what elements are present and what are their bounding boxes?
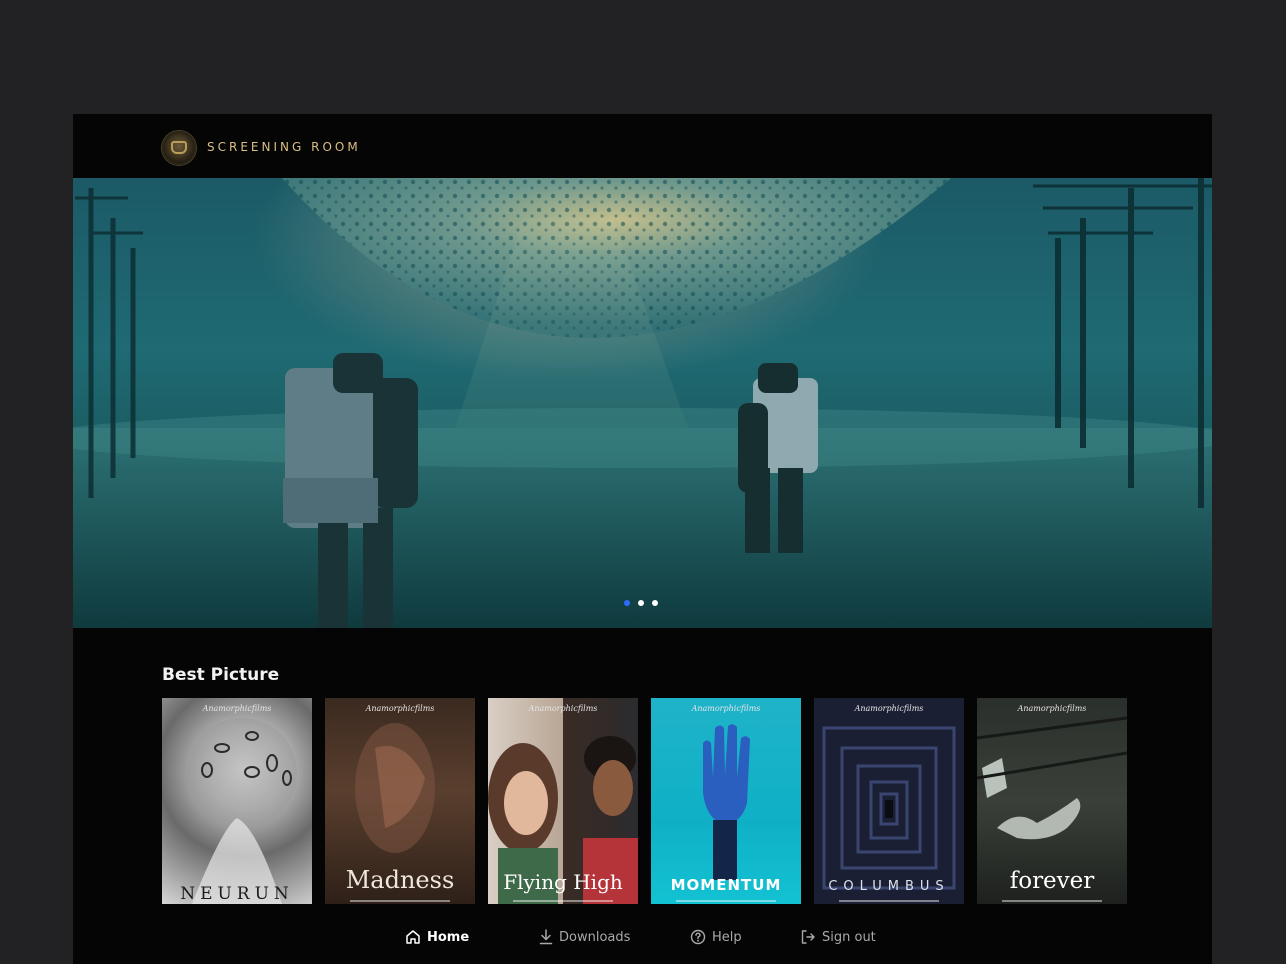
poster-title: NEURUN xyxy=(180,884,294,904)
poster-credits xyxy=(676,900,776,902)
poster-credits xyxy=(513,900,613,902)
carousel-dot-1[interactable] xyxy=(624,600,630,606)
nav-downloads[interactable]: Downloads xyxy=(539,929,630,945)
poster-studio: Anamorphicfilms xyxy=(365,704,435,713)
help-icon xyxy=(690,929,706,945)
nav-help-label: Help xyxy=(712,929,742,945)
studio-emblem-icon[interactable] xyxy=(162,131,196,165)
poster-title: COLUMBUS xyxy=(828,879,950,894)
carousel-dot-2[interactable] xyxy=(638,600,644,606)
nav-home-label: Home xyxy=(427,929,470,945)
poster-art xyxy=(822,726,956,890)
poster-studio: Anamorphicfilms xyxy=(528,704,598,713)
home-icon xyxy=(406,930,420,944)
poster-credits xyxy=(839,900,939,902)
poster-studio: Anamorphicfilms xyxy=(202,704,272,713)
poster-forever[interactable]: Anamorphicfilms forever xyxy=(977,698,1127,904)
carousel-dot-3[interactable] xyxy=(652,600,658,606)
hero-banner[interactable] xyxy=(73,178,1212,628)
poster-art xyxy=(703,724,750,880)
poster-momentum[interactable]: Anamorphicfilms MOMENTUM xyxy=(651,698,801,904)
nav-home[interactable]: Home xyxy=(405,929,469,945)
hero-artwork xyxy=(73,178,1212,628)
poster-studio: Anamorphicfilms xyxy=(854,704,924,713)
poster-neurun[interactable]: Anamorphicfilms NEURUN xyxy=(162,698,312,904)
poster-columbus[interactable]: Anamorphicfilms COLUMBUS xyxy=(814,698,964,904)
poster-art xyxy=(187,718,297,904)
app-window: SCREENING ROOM Best Picture Anamorphicfi… xyxy=(73,114,1212,964)
nav-help[interactable]: Help xyxy=(690,929,742,945)
download-icon xyxy=(539,929,553,945)
section-title: Best Picture xyxy=(162,665,280,685)
poster-flying-high[interactable]: Anamorphicfilms Flying High xyxy=(488,698,638,904)
nav-signout-label: Sign out xyxy=(822,929,876,945)
brand-name[interactable]: SCREENING ROOM xyxy=(207,140,361,154)
poster-title: Flying High xyxy=(503,870,623,894)
nav-signout[interactable]: Sign out xyxy=(800,929,876,945)
poster-studio: Anamorphicfilms xyxy=(691,704,761,713)
sign-out-icon xyxy=(801,930,815,944)
top-bar: SCREENING ROOM xyxy=(73,114,1212,178)
nav-downloads-label: Downloads xyxy=(559,929,631,945)
poster-row: Anamorphicfilms NEURUN Anamorphicfilms M… xyxy=(162,698,1162,908)
poster-title: Madness xyxy=(345,866,455,894)
poster-credits xyxy=(350,900,450,902)
poster-madness[interactable]: Anamorphicfilms Madness xyxy=(325,698,475,904)
bottom-navigation: Home Downloads Help Sign out xyxy=(73,904,1212,964)
poster-credits xyxy=(1002,900,1102,902)
carousel-indicators xyxy=(624,600,658,606)
poster-title: MOMENTUM xyxy=(670,876,782,894)
poster-studio: Anamorphicfilms xyxy=(1017,704,1087,713)
poster-title: forever xyxy=(1009,868,1095,894)
